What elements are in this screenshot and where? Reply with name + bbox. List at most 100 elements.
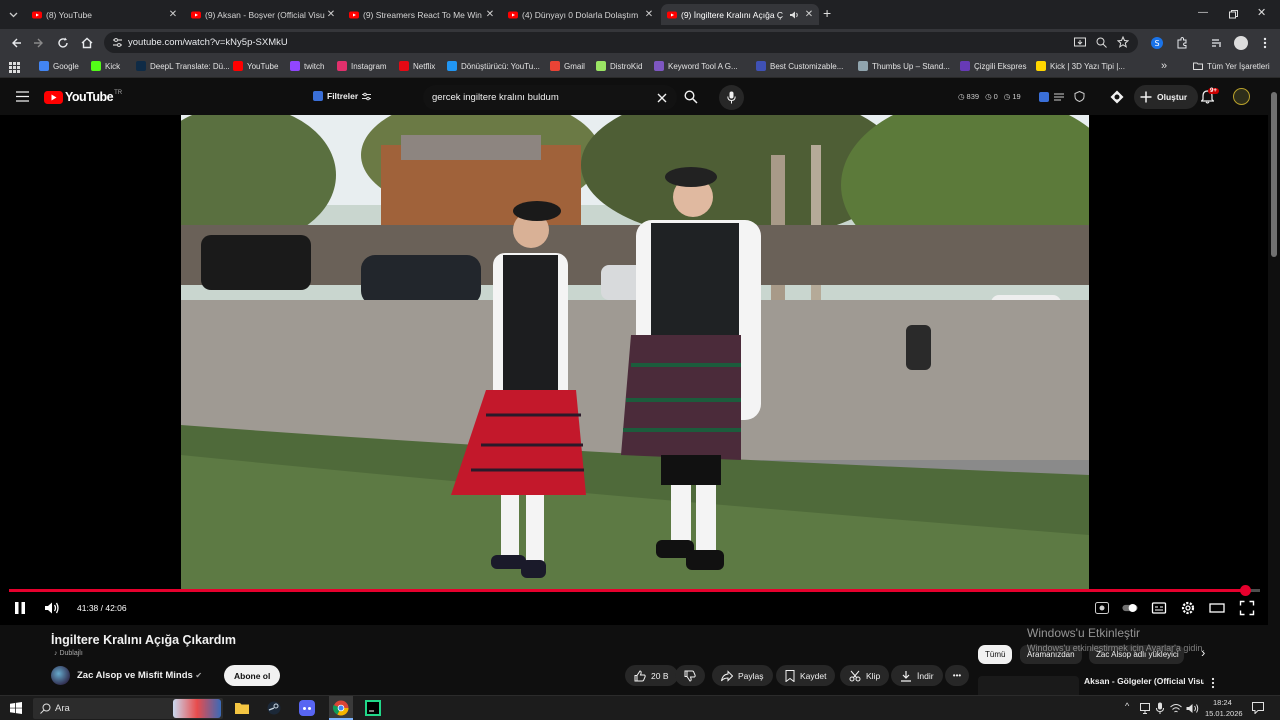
browser-menu-icon[interactable] bbox=[1258, 36, 1272, 50]
reload-icon[interactable] bbox=[56, 36, 70, 50]
back-icon[interactable] bbox=[9, 36, 23, 50]
steam-icon[interactable] bbox=[267, 701, 281, 715]
progress-bar[interactable] bbox=[9, 585, 1260, 596]
bookmark-item[interactable]: Dönüştürücü: YouTu... bbox=[447, 61, 540, 71]
page-scrollbar[interactable] bbox=[1268, 78, 1280, 695]
extensions-puzzle-icon[interactable] bbox=[1175, 36, 1189, 50]
share-button[interactable]: Paylaş bbox=[712, 665, 773, 686]
tab-close-icon[interactable]: ✕ bbox=[484, 9, 496, 20]
bookmark-item[interactable]: DeepL Translate: Dü... bbox=[136, 61, 230, 71]
extension-icon[interactable] bbox=[1039, 92, 1049, 102]
window-minimize-button[interactable]: — bbox=[1198, 7, 1208, 18]
browser-tab[interactable]: (4) Dünyayı 0 Dolarla Dolaştım ✕ bbox=[502, 4, 659, 25]
recommended-video-title[interactable]: Aksan - Gölgeler (Official Visualizer) bbox=[1084, 676, 1204, 695]
bookmark-item[interactable]: Çizgili Ekspres bbox=[960, 61, 1026, 71]
save-button[interactable]: Kaydet bbox=[776, 665, 836, 686]
bookmark-item[interactable]: Best Customizable... bbox=[756, 61, 843, 71]
recommendation-menu-icon[interactable] bbox=[1210, 677, 1216, 689]
dislike-button[interactable] bbox=[675, 665, 705, 686]
youtube-logo[interactable]: YouTube TR bbox=[44, 90, 122, 104]
discord-icon[interactable] bbox=[299, 700, 315, 716]
taskbar-search-input[interactable]: Ara bbox=[33, 698, 223, 719]
video-player[interactable]: 41:38 / 42:06 bbox=[0, 115, 1268, 625]
clock-time[interactable]: 18:24 bbox=[1213, 698, 1232, 707]
notification-center-icon[interactable] bbox=[1252, 702, 1264, 714]
filters-button[interactable]: Filtreler bbox=[313, 91, 372, 101]
shield-icon[interactable] bbox=[1074, 91, 1085, 102]
window-close-button[interactable]: ✕ bbox=[1257, 6, 1266, 19]
clock-date[interactable]: 15.01.2026 bbox=[1205, 709, 1243, 718]
fullscreen-icon[interactable] bbox=[1239, 600, 1255, 616]
bookmark-item[interactable]: Google bbox=[39, 61, 79, 71]
browser-tab[interactable]: (9) Streamers React To Me Win ✕ bbox=[343, 4, 500, 25]
bookmark-item[interactable]: Netflix bbox=[399, 61, 435, 71]
network-icon[interactable] bbox=[1140, 703, 1150, 714]
bookmark-star-icon[interactable] bbox=[1117, 36, 1129, 48]
all-bookmarks-folder[interactable]: Tüm Yer İşaretleri bbox=[1193, 61, 1270, 71]
chip-all[interactable]: Tümü bbox=[978, 645, 1013, 664]
progress-scrubber[interactable] bbox=[1240, 585, 1252, 596]
user-avatar[interactable] bbox=[1233, 88, 1250, 105]
subscribe-button[interactable]: Abone ol bbox=[224, 665, 281, 686]
bookmark-item[interactable]: Keyword Tool A G... bbox=[654, 61, 738, 71]
bookmark-item[interactable]: DistroKid bbox=[596, 61, 642, 71]
hamburger-menu-icon[interactable] bbox=[16, 91, 29, 102]
new-tab-button[interactable]: + bbox=[823, 5, 831, 21]
tab-search-icon[interactable] bbox=[9, 10, 18, 19]
bookmark-item[interactable]: Gmail bbox=[550, 61, 585, 71]
list-icon[interactable] bbox=[1054, 92, 1064, 102]
profile-avatar[interactable] bbox=[1234, 36, 1248, 50]
speaker-icon[interactable] bbox=[1186, 703, 1199, 714]
tab-close-icon[interactable]: ✕ bbox=[167, 9, 179, 20]
pause-icon[interactable] bbox=[12, 600, 28, 616]
tab-close-icon[interactable]: ✕ bbox=[643, 9, 655, 20]
apps-grid-icon[interactable] bbox=[9, 62, 20, 73]
download-button[interactable]: İndir bbox=[891, 665, 943, 686]
theater-mode-icon[interactable] bbox=[1209, 600, 1225, 616]
pycharm-icon[interactable] bbox=[365, 700, 381, 716]
video-frame[interactable] bbox=[181, 115, 1089, 590]
address-bar[interactable]: youtube.com/watch?v=kNy5p-SXMkU bbox=[104, 32, 1138, 53]
create-button[interactable]: Oluştur bbox=[1134, 85, 1199, 109]
bookmark-item[interactable]: Instagram bbox=[337, 61, 387, 71]
recommended-video-thumbnail[interactable] bbox=[978, 676, 1079, 695]
tray-expand-icon[interactable]: ^ bbox=[1125, 701, 1129, 711]
extension-s-icon[interactable]: S bbox=[1150, 36, 1164, 50]
scrollbar-thumb[interactable] bbox=[1271, 92, 1277, 257]
zoom-icon[interactable] bbox=[1096, 37, 1107, 48]
tab-audio-icon[interactable] bbox=[789, 10, 799, 20]
bookmark-item[interactable]: YouTube bbox=[233, 61, 278, 71]
extension-player-icon[interactable] bbox=[1094, 600, 1110, 616]
chrome-taskbar-button[interactable] bbox=[329, 696, 353, 720]
like-button[interactable]: 20 B bbox=[625, 665, 678, 686]
file-explorer-icon[interactable] bbox=[235, 702, 249, 714]
microphone-tray-icon[interactable] bbox=[1156, 702, 1164, 714]
browser-tab-active[interactable]: (9) İngiltere Kralını Açığa Ç ✕ bbox=[661, 4, 819, 25]
forward-icon[interactable] bbox=[32, 36, 46, 50]
media-control-icon[interactable] bbox=[1210, 36, 1224, 50]
wifi-icon[interactable] bbox=[1170, 703, 1182, 714]
windows-start-icon[interactable] bbox=[10, 702, 22, 714]
extension-gem-icon[interactable] bbox=[1110, 90, 1124, 104]
bookmark-item[interactable]: Kick | 3D Yazı Tipi |... bbox=[1036, 61, 1125, 71]
tab-close-icon[interactable]: ✕ bbox=[325, 9, 337, 20]
clear-search-icon[interactable] bbox=[657, 93, 667, 103]
voice-search-button[interactable] bbox=[719, 85, 744, 110]
channel-avatar[interactable] bbox=[51, 666, 70, 685]
browser-tab[interactable]: (9) Aksan - Boşver (Official Visu ✕ bbox=[185, 4, 341, 25]
more-actions-button[interactable]: ••• bbox=[945, 665, 969, 686]
browser-tab[interactable]: (8) YouTube ✕ bbox=[26, 4, 183, 25]
subtitles-icon[interactable] bbox=[1151, 600, 1167, 616]
tab-close-icon[interactable]: ✕ bbox=[803, 9, 815, 20]
bookmark-item[interactable]: twitch bbox=[290, 61, 324, 71]
bookmark-item[interactable]: Kick bbox=[91, 61, 120, 71]
site-info-icon[interactable] bbox=[112, 37, 123, 48]
settings-gear-icon[interactable] bbox=[1180, 600, 1196, 616]
channel-name[interactable]: Zac Alsop ve Misfit Minds ✔ bbox=[77, 670, 202, 681]
volume-icon[interactable] bbox=[44, 600, 60, 616]
autoplay-toggle-icon[interactable] bbox=[1122, 600, 1138, 616]
search-icon[interactable] bbox=[684, 90, 698, 104]
bookmark-item[interactable]: Thumbs Up – Stand... bbox=[858, 61, 950, 71]
clip-button[interactable]: Klip bbox=[840, 665, 890, 686]
window-restore-button[interactable] bbox=[1229, 10, 1238, 19]
